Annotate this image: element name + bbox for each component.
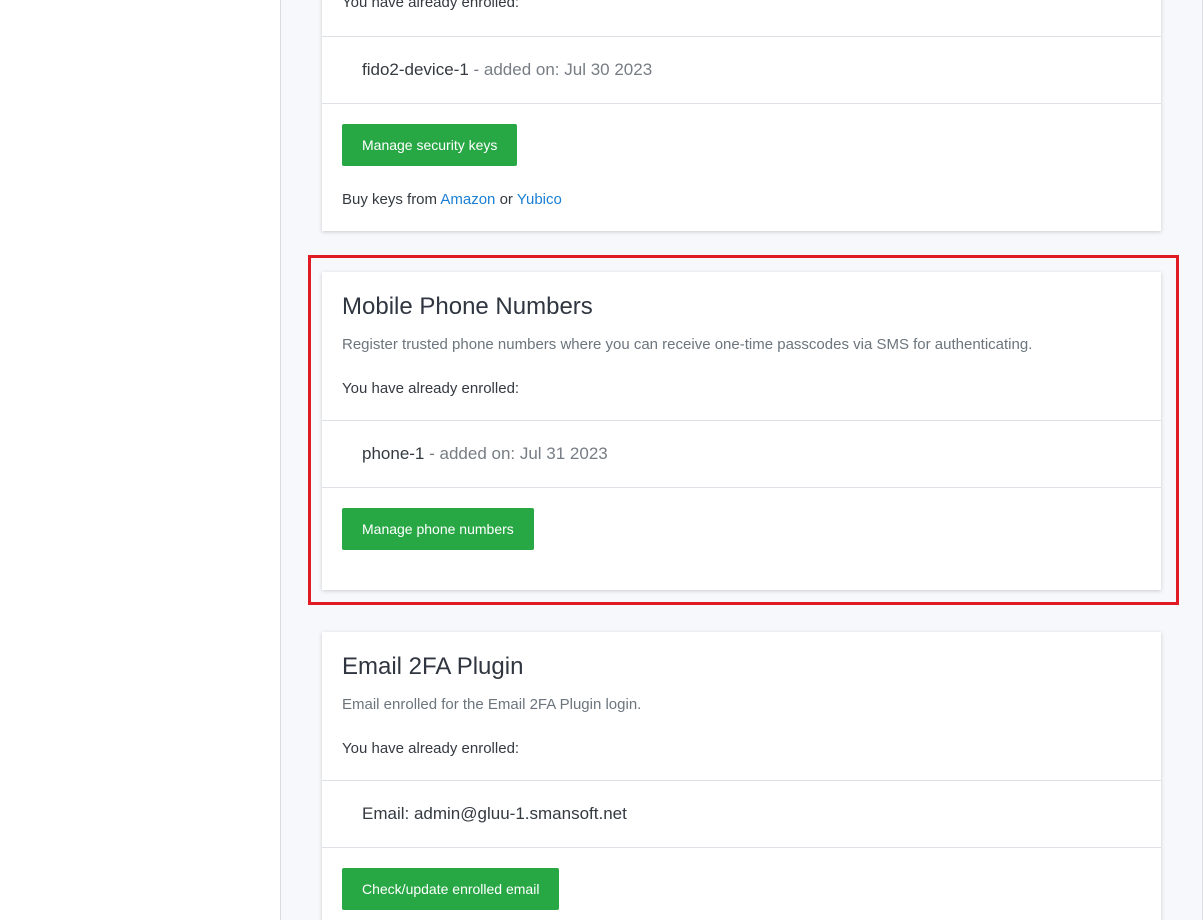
enrolled-phone-row: phone-1 - added on: Jul 31 2023 bbox=[362, 444, 608, 464]
buy-keys-prefix: Buy keys from bbox=[342, 191, 441, 208]
phone-added-date: - added on: Jul 31 2023 bbox=[424, 444, 608, 463]
manage-phone-numbers-button[interactable]: Manage phone numbers bbox=[342, 508, 534, 550]
divider bbox=[322, 103, 1161, 104]
divider bbox=[322, 420, 1161, 421]
device-name: fido2-device-1 bbox=[362, 60, 469, 79]
enrolled-email-row: Email: admin@gluu-1.smansoft.net bbox=[362, 804, 627, 823]
or-text: or bbox=[495, 191, 517, 208]
check-update-email-button[interactable]: Check/update enrolled email bbox=[342, 868, 560, 910]
phone-name: phone-1 bbox=[362, 444, 425, 463]
amazon-link[interactable]: Amazon bbox=[440, 191, 495, 208]
card-description: Email enrolled for the Email 2FA Plugin … bbox=[342, 696, 642, 713]
enrolled-device-row: fido2-device-1 - added on: Jul 30 2023 bbox=[362, 60, 652, 80]
divider bbox=[322, 847, 1161, 848]
divider bbox=[322, 36, 1161, 37]
card-title: Email 2FA Plugin bbox=[342, 653, 524, 680]
manage-security-keys-button[interactable]: Manage security keys bbox=[342, 124, 518, 166]
divider bbox=[322, 780, 1161, 781]
sidebar bbox=[0, 0, 281, 920]
security-keys-card: You have already enrolled: fido2-device-… bbox=[322, 0, 1161, 231]
card-description: Register trusted phone numbers where you… bbox=[342, 336, 1033, 353]
device-added-date: - added on: Jul 30 2023 bbox=[468, 60, 653, 79]
yubico-link[interactable]: Yubico bbox=[517, 191, 562, 208]
enrolled-label: You have already enrolled: bbox=[342, 380, 520, 397]
enrolled-label: You have already enrolled: bbox=[342, 740, 520, 757]
card-title: Mobile Phone Numbers bbox=[342, 293, 593, 320]
divider bbox=[322, 487, 1161, 488]
enrolled-label: You have already enrolled: bbox=[342, 0, 520, 11]
mobile-phone-card: Mobile Phone Numbers Register trusted ph… bbox=[322, 272, 1161, 590]
email-2fa-card: Email 2FA Plugin Email enrolled for the … bbox=[322, 632, 1161, 920]
main-content: You have already enrolled: fido2-device-… bbox=[281, 0, 1203, 920]
buy-keys-text: Buy keys from Amazon or Yubico bbox=[342, 191, 562, 208]
